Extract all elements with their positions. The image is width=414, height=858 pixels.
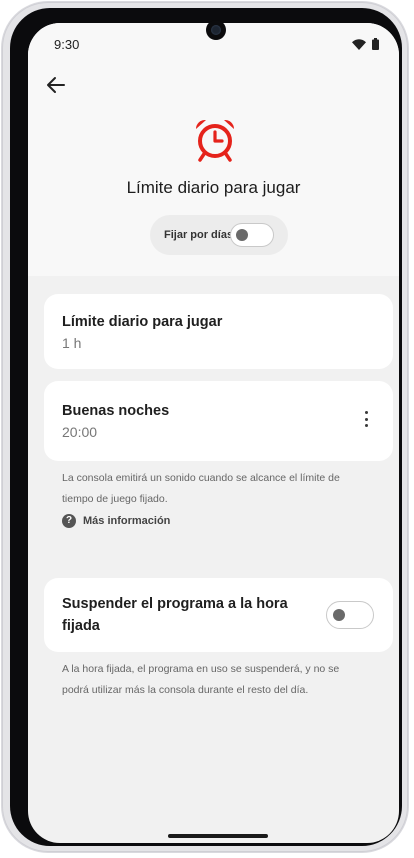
suspend-note-line-1: A la hora fijada, el programa en uso se …: [62, 663, 340, 675]
daily-limit-card[interactable]: Límite diario para jugar 1 h: [44, 294, 393, 369]
suspend-card[interactable]: Suspender el programa a la hora fijada: [44, 578, 393, 652]
alarm-note-line-2: tiempo de juego fijado.: [62, 493, 168, 505]
page-title: Límite diario para jugar: [126, 178, 301, 197]
status-time: 9:30: [54, 37, 80, 52]
alarm-note-line-1: La consola emitirá un sonido cuando se a…: [62, 472, 340, 484]
suspend-note: A la hora fijada, el programa en uso se …: [62, 659, 362, 701]
phone-bezel: 9:30 Límite diario para jugar Fijar por …: [10, 8, 402, 846]
good-night-title: Buenas noches: [62, 403, 170, 419]
home-indicator[interactable]: [168, 834, 268, 838]
daily-limit-value: 1 h: [62, 335, 82, 351]
wifi-icon: [352, 38, 366, 50]
alarm-clock-icon: [195, 119, 235, 162]
good-night-card[interactable]: Buenas noches 20:00: [44, 381, 393, 461]
suspend-title-line-1: Suspender el programa a la hora: [62, 596, 288, 612]
per-day-toggle[interactable]: [230, 223, 274, 247]
toggle-knob: [333, 609, 345, 621]
good-night-value: 20:00: [62, 424, 98, 440]
more-vert-icon[interactable]: [361, 411, 371, 433]
toggle-knob: [236, 229, 248, 241]
per-day-toggle-row[interactable]: Fijar por días: [150, 215, 288, 255]
battery-icon: [372, 38, 379, 50]
arrow-left-icon[interactable]: [44, 73, 68, 97]
suspend-note-line-2: podrá utilizar más la consola durante el…: [62, 684, 309, 696]
suspend-title-line-2: fijada: [62, 618, 100, 634]
status-icons: [352, 38, 379, 50]
suspend-toggle[interactable]: [326, 601, 374, 629]
more-info-link[interactable]: ? Más información: [62, 514, 170, 528]
more-info-label: Más información: [83, 515, 171, 527]
front-camera: [206, 20, 226, 40]
screen: 9:30 Límite diario para jugar Fijar por …: [28, 23, 399, 843]
phone-frame: 9:30 Límite diario para jugar Fijar por …: [2, 2, 408, 852]
alarm-note: La consola emitirá un sonido cuando se a…: [62, 468, 362, 510]
daily-limit-title: Límite diario para jugar: [62, 314, 223, 330]
per-day-label: Fijar por días: [164, 229, 234, 241]
help-circle-icon: ?: [62, 514, 76, 528]
